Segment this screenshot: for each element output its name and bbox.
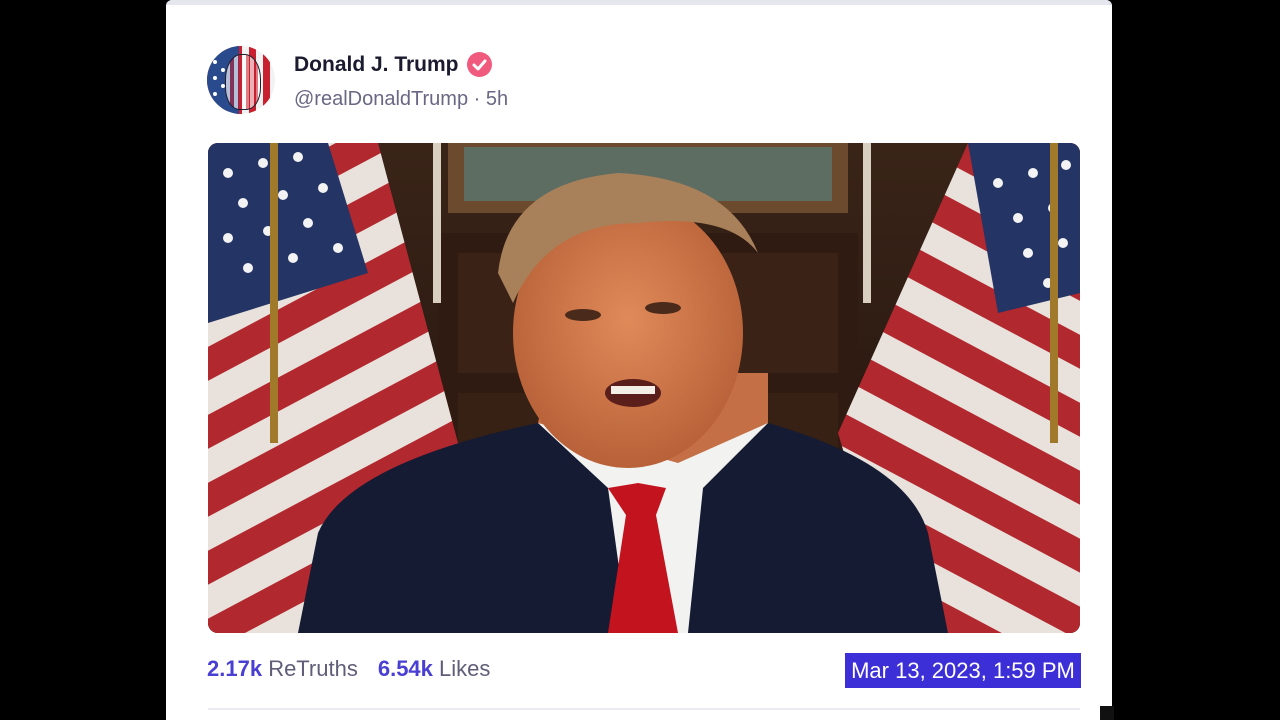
author-meta: @realDonaldTrump · 5h [294, 88, 508, 111]
author-avatar[interactable] [207, 46, 275, 114]
likes-stat[interactable]: 6.54k Likes [378, 656, 491, 682]
verified-badge-icon [466, 52, 492, 77]
avatar-portrait [225, 54, 261, 110]
likes-count: 6.54k [377, 656, 433, 681]
author-name-row: Donald J. Trump [294, 52, 492, 77]
corner-mark [1100, 706, 1114, 720]
post-timestamp[interactable]: Mar 13, 2023, 1:59 PM [845, 653, 1081, 688]
card-top-border [166, 0, 1112, 5]
retruths-label: ReTruths [268, 656, 358, 681]
card-divider [208, 708, 1080, 710]
likes-label: Likes [439, 656, 491, 681]
retruths-stat[interactable]: 2.17k ReTruths [207, 656, 358, 682]
author-display-name[interactable]: Donald J. Trump [294, 53, 459, 77]
retruths-count: 2.17k [207, 656, 263, 681]
author-handle[interactable]: @realDonaldTrump [294, 88, 468, 110]
post-video[interactable] [208, 143, 1080, 633]
post-stats: 2.17k ReTruths 6.54k Likes [207, 656, 490, 682]
post-time-ago[interactable]: 5h [486, 88, 508, 110]
meta-separator: · [473, 88, 481, 110]
video-thumbnail [208, 143, 1080, 633]
post-card: Donald J. Trump @realDonaldTrump · 5h 2.… [166, 0, 1112, 720]
